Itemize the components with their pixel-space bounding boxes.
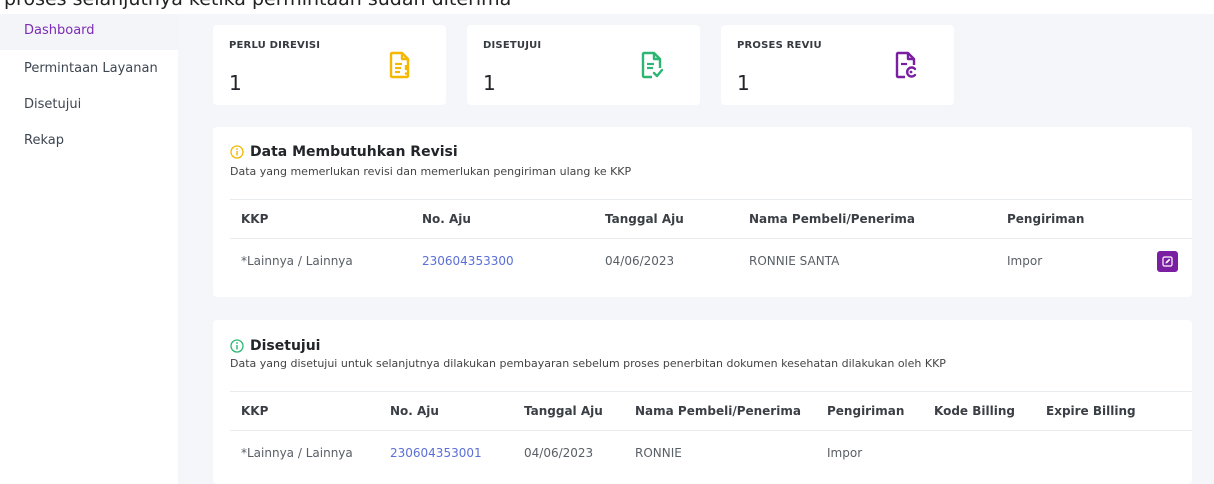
table-header-row: KKP No. Aju Tanggal Aju Nama Pembeli/Pen… (230, 199, 1192, 239)
cell-pengiriman: Impor (827, 446, 863, 460)
sidebar-item-disetujui[interactable]: Disetujui (0, 88, 178, 124)
no-aju-link[interactable]: 230604353300 (411, 239, 594, 284)
cell-nama: RONNIE (635, 446, 682, 460)
sidebar: Dashboard Permintaan Layanan Disetujui R… (0, 14, 178, 484)
column-header: Nama Pembeli/Penerima (624, 391, 816, 431)
revisi-table: KKP No. Aju Tanggal Aju Nama Pembeli/Pen… (230, 199, 1192, 283)
panel-revisi: Data Membutuhkan Revisi Data yang memerl… (213, 127, 1192, 297)
table-header-row: KKP No. Aju Tanggal Aju Nama Pembeli/Pen… (230, 391, 1192, 431)
stat-value: 1 (229, 71, 242, 95)
file-sync-icon (895, 51, 917, 79)
cell-pengiriman: Impor (1007, 254, 1043, 268)
panel-title-text: Data Membutuhkan Revisi (250, 144, 458, 160)
column-header: Tanggal Aju (513, 391, 624, 431)
column-header-actions (1146, 199, 1192, 239)
stat-label: DISETUJUI (483, 40, 542, 51)
cell-tanggal: 04/06/2023 (605, 254, 675, 268)
column-header: Nama Pembeli/Penerima (738, 199, 996, 239)
no-aju-link[interactable]: 230604353001 (379, 431, 513, 476)
cell-tanggal: 04/06/2023 (524, 446, 594, 460)
cell-expire-billing (1035, 431, 1192, 476)
column-header: Kode Billing (923, 391, 1035, 431)
table-row: *Lainnya / Lainnya 230604353300 04/06/20… (230, 239, 1192, 284)
cell-kode-billing (923, 431, 1035, 476)
cell-kkp: *Lainnya / Lainnya (241, 254, 353, 268)
top-caption-strip: proses selanjutnya ketika permintaan sud… (0, 0, 1214, 14)
file-exclamation-icon (389, 51, 410, 79)
info-icon (230, 145, 244, 159)
panel-title: Data Membutuhkan Revisi (230, 144, 458, 160)
cell-kkp: *Lainnya / Lainnya (241, 446, 353, 460)
stat-card-proses-reviu: PROSES REVIU 1 (721, 25, 954, 105)
panel-subtitle: Data yang disetujui untuk selanjutnya di… (230, 357, 946, 370)
column-header: No. Aju (411, 199, 594, 239)
column-header: Pengiriman (816, 391, 923, 431)
stat-card-perlu-direvisi: PERLU DIREVISI 1 (213, 25, 446, 105)
file-check-icon (641, 51, 663, 79)
stat-value: 1 (737, 71, 750, 95)
top-caption-text: proses selanjutnya ketika permintaan sud… (4, 0, 511, 10)
edit-button[interactable] (1157, 250, 1178, 272)
panel-disetujui: Disetujui Data yang disetujui untuk sela… (213, 320, 1192, 484)
stat-value: 1 (483, 71, 496, 95)
column-header: KKP (230, 199, 411, 239)
column-header: No. Aju (379, 391, 513, 431)
column-header: Expire Billing (1035, 391, 1192, 431)
column-header: Pengiriman (996, 199, 1146, 239)
info-icon (230, 339, 244, 353)
stat-label: PERLU DIREVISI (229, 40, 321, 51)
panel-subtitle: Data yang memerlukan revisi dan memerluk… (230, 165, 632, 178)
panel-title-text: Disetujui (250, 338, 321, 354)
column-header: KKP (230, 391, 379, 431)
cell-nama: RONNIE SANTA (749, 254, 840, 268)
sidebar-item-dashboard[interactable]: Dashboard (0, 14, 178, 50)
column-header: Tanggal Aju (594, 199, 738, 239)
disetujui-table: KKP No. Aju Tanggal Aju Nama Pembeli/Pen… (230, 391, 1192, 475)
panel-title: Disetujui (230, 338, 320, 354)
stat-card-disetujui: DISETUJUI 1 (467, 25, 700, 105)
stat-label: PROSES REVIU (737, 40, 822, 51)
edit-icon (1162, 255, 1173, 267)
sidebar-item-rekap[interactable]: Rekap (0, 124, 178, 160)
sidebar-item-permintaan-layanan[interactable]: Permintaan Layanan (0, 52, 178, 88)
cell-actions (1146, 239, 1192, 284)
table-row: *Lainnya / Lainnya 230604353001 04/06/20… (230, 431, 1192, 476)
